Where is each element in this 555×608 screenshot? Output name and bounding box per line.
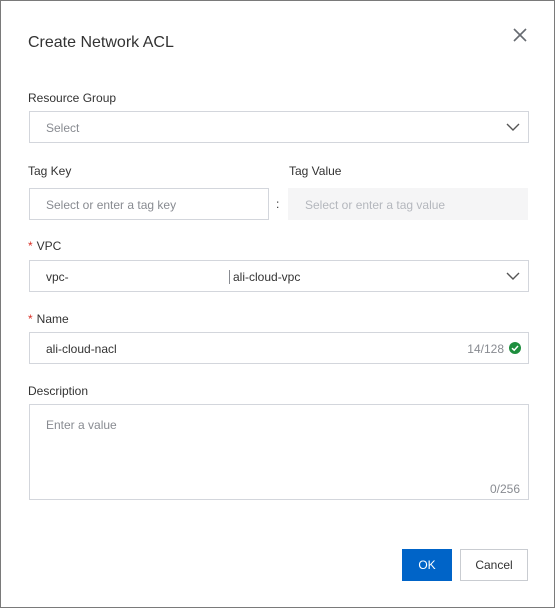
name-label-text: Name [36,312,69,326]
required-mark: * [28,312,33,326]
name-value: ali-cloud-nacl [46,342,117,356]
tag-key-placeholder: Select or enter a tag key [46,198,177,212]
required-mark: * [28,239,33,253]
vpc-select[interactable]: vpc- ali-cloud-vpc [29,260,529,292]
tag-key-label: Tag Key [28,164,72,178]
cancel-button[interactable]: Cancel [460,549,528,581]
vpc-id-value: vpc- [46,270,69,284]
resource-group-label: Resource Group [28,91,117,105]
chevron-down-icon [506,121,520,133]
name-label: * Name [28,312,69,326]
tag-value-input[interactable]: Select or enter a tag value [288,188,528,220]
description-placeholder: Enter a value [46,418,117,432]
vpc-label-text: VPC [36,239,62,253]
check-circle-icon [509,342,521,354]
ok-button[interactable]: OK [402,549,452,581]
tag-separator: : [276,197,280,211]
create-network-acl-dialog: Create Network ACL Resource Group Select… [0,0,555,608]
description-char-counter: 0/256 [489,482,520,496]
dialog-title: Create Network ACL [28,34,174,51]
vpc-label: * VPC [28,239,61,253]
description-textarea[interactable]: Enter a value 0/256 [29,404,529,500]
name-char-counter: 14/128 [467,342,504,356]
name-input[interactable]: ali-cloud-nacl 14/128 [29,332,529,364]
description-label: Description [28,384,89,398]
tag-key-input[interactable]: Select or enter a tag key [29,188,269,220]
tag-value-label: Tag Value [289,164,342,178]
resource-group-select[interactable]: Select [29,111,529,143]
close-icon[interactable] [510,25,530,45]
vpc-name-value: ali-cloud-vpc [233,270,301,284]
chevron-down-icon [506,270,520,282]
tag-value-placeholder: Select or enter a tag value [305,198,446,212]
vpc-value-divider [229,270,230,284]
resource-group-placeholder: Select [46,121,80,135]
